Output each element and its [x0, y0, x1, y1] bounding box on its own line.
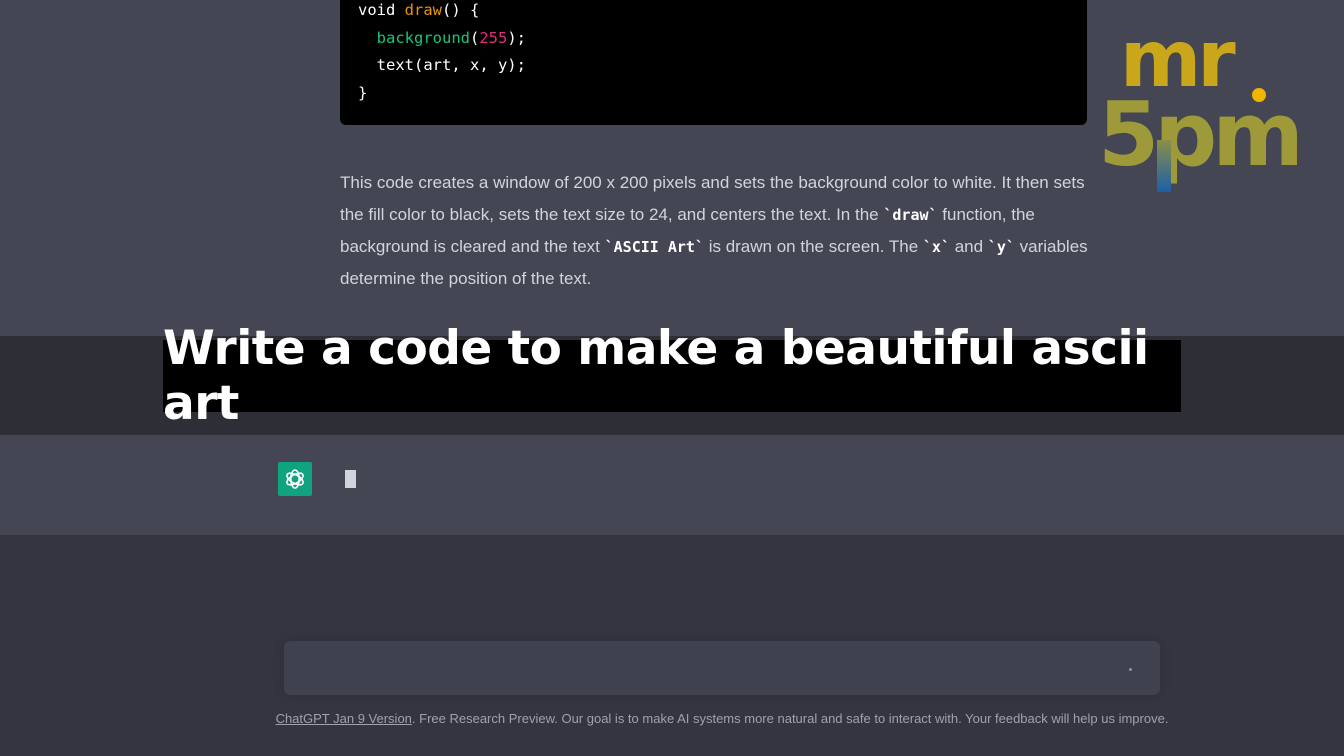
code-block: void draw() { background(255); text(art,…: [340, 0, 1087, 125]
logo-accent-bar: [1157, 140, 1171, 192]
footer-disclaimer: ChatGPT Jan 9 Version. Free Research Pre…: [0, 711, 1344, 726]
code-line-2: background(255);: [376, 28, 527, 47]
inline-code: `ASCII Art`: [604, 238, 704, 256]
typing-cursor: [345, 470, 356, 488]
footer-text: . Free Research Preview. Our goal is to …: [411, 711, 1169, 726]
assistant-message-row: [0, 435, 1344, 535]
inline-code: `x`: [922, 238, 950, 256]
code-line-1: void draw() {: [358, 1, 480, 19]
code-line-3: text(art, x, y);: [358, 56, 526, 74]
logo-text-bottom: 5pm: [1098, 83, 1304, 186]
send-icon[interactable]: [1129, 668, 1132, 671]
video-caption: Write a code to make a beautiful ascii a…: [163, 321, 1181, 431]
inline-code: `draw`: [883, 206, 938, 224]
code-content: void draw() { background(255); text(art,…: [358, 0, 526, 107]
inline-code: `y`: [987, 238, 1015, 256]
code-line-4: }: [358, 83, 368, 102]
openai-logo-icon-svg: [286, 469, 304, 489]
version-link[interactable]: ChatGPT Jan 9 Version: [276, 711, 412, 726]
chat-input[interactable]: [284, 641, 1160, 695]
openai-logo-icon: [278, 462, 312, 496]
explanation-paragraph: This code creates a window of 200 x 200 …: [340, 173, 1088, 288]
